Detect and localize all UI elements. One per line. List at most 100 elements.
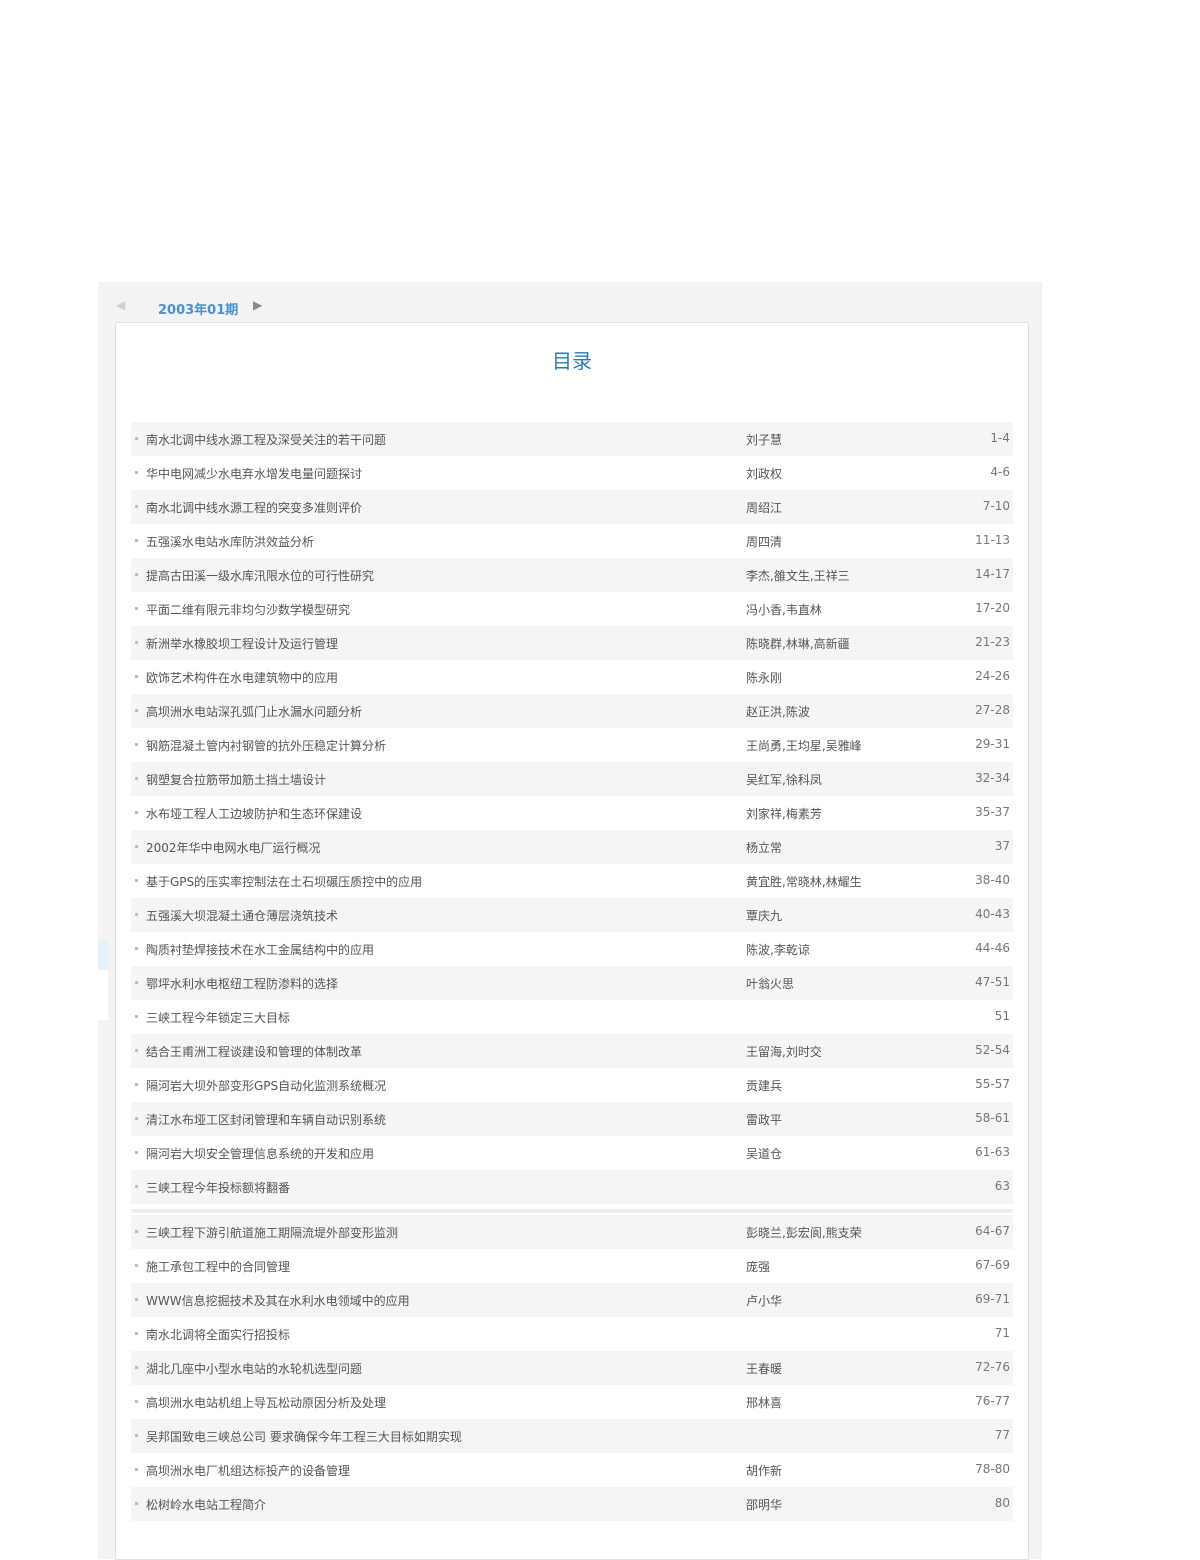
article-authors: 赵正洪,陈波 [746, 705, 810, 719]
article-title-link[interactable]: 清江水布垭工区封闭管理和车辆自动识别系统 [146, 1111, 386, 1128]
article-pages: 32-34 [975, 771, 1010, 785]
article-title-link[interactable]: 2002年华中电网水电厂运行概况 [146, 839, 321, 856]
toc-row: 陶质衬垫焊接技术在水工金属结构中的应用 陈波,李乾谅 44-46 [131, 932, 1013, 966]
toc-row: 三峡工程下游引航道施工期隔流堤外部变形监测 彭晓兰,彭宏阆,熊支荣 64-67 [131, 1215, 1013, 1249]
article-title-link[interactable]: 高坝洲水电站深孔弧门止水漏水问题分析 [146, 703, 362, 720]
article-title-link[interactable]: 湖北几座中小型水电站的水轮机选型问题 [146, 1360, 362, 1377]
toc-list: 南水北调中线水源工程及深受关注的若干问题 刘子慧 1-4 华中电网减少水电弃水增发电量… [131, 422, 1013, 1204]
article-pages: 38-40 [975, 873, 1010, 887]
bullet-icon [135, 1400, 138, 1403]
article-title-link[interactable]: 高坝洲水电厂机组达标投产的设备管理 [146, 1462, 350, 1479]
toc-row: 钢筋混凝土管内衬钢管的抗外压稳定计算分析 王尚勇,王均星,吴雅峰 29-31 [131, 728, 1013, 762]
article-authors: 陈永刚 [746, 671, 783, 685]
toc-row: 南水北调中线水源工程的突变多准则评价 周绍江 7-10 [131, 490, 1013, 524]
article-authors: 雷政平 [746, 1113, 783, 1127]
toc-row: 华中电网减少水电弃水增发电量问题探讨 刘政权 4-6 [131, 456, 1013, 490]
bullet-icon [135, 1230, 138, 1233]
article-title-link[interactable]: 隔河岩大坝外部变形GPS自动化监测系统概况 [146, 1077, 386, 1094]
toc-row: 隔河岩大坝外部变形GPS自动化监测系统概况 贡建兵 55-57 [131, 1068, 1013, 1102]
toc-row: 施工承包工程中的合同管理 庞强 67-69 [131, 1249, 1013, 1283]
article-authors: 吴红军,徐科凤 [746, 773, 822, 787]
separator [131, 1209, 1013, 1213]
article-title-link[interactable]: 鄂坪水利水电枢纽工程防渗料的选择 [146, 975, 338, 992]
article-title-link[interactable]: 提高古田溪一级水库汛限水位的可行性研究 [146, 567, 374, 584]
article-pages: 47-51 [975, 975, 1010, 989]
article-pages: 29-31 [975, 737, 1010, 751]
bullet-icon [135, 675, 138, 678]
article-authors: 陈晓群,林琳,高新疆 [746, 637, 850, 651]
article-title-link[interactable]: 五强溪水电站水库防洪效益分析 [146, 533, 314, 550]
bullet-icon [135, 1117, 138, 1120]
article-authors: 黄宜胜,常晓林,林耀生 [746, 875, 862, 889]
issue-tabbar: ◀ 2003年01期 ▶ [116, 296, 270, 325]
bullet-icon [135, 1332, 138, 1335]
toc-row: 平面二维有限元非均匀沙数学模型研究 冯小香,韦直林 17-20 [131, 592, 1013, 626]
toc-row: 结合王甫洲工程谈建设和管理的体制改革 王留海,刘时交 52-54 [131, 1034, 1013, 1068]
article-pages: 1-4 [990, 431, 1010, 445]
article-title-link[interactable]: 欧饰艺术构件在水电建筑物中的应用 [146, 669, 338, 686]
article-authors: 周绍江 [746, 501, 783, 515]
article-title-link[interactable]: WWW信息挖掘技术及其在水利水电领域中的应用 [146, 1292, 410, 1309]
article-title-link[interactable]: 五强溪大坝混凝土通仓薄层浇筑技术 [146, 907, 338, 924]
article-authors: 胡作新 [746, 1464, 783, 1478]
article-pages: 44-46 [975, 941, 1010, 955]
article-pages: 63 [994, 1179, 1010, 1193]
article-title-link[interactable]: 钢塑复合拉筋带加筋土挡土墙设计 [146, 771, 326, 788]
article-title-link[interactable]: 结合王甫洲工程谈建设和管理的体制改革 [146, 1043, 362, 1060]
bullet-icon [135, 743, 138, 746]
article-authors: 覃庆九 [746, 909, 783, 923]
article-pages: 77 [994, 1428, 1010, 1442]
article-authors: 刘家祥,梅素芳 [746, 807, 822, 821]
article-title-link[interactable]: 基于GPS的压实率控制法在土石坝碾压质控中的应用 [146, 873, 422, 890]
issue-tab[interactable]: 2003年01期 [158, 299, 238, 318]
article-title-link[interactable]: 平面二维有限元非均匀沙数学模型研究 [146, 601, 350, 618]
article-pages: 11-13 [975, 533, 1010, 547]
toc-row: 提高古田溪一级水库汛限水位的可行性研究 李杰,雒文生,王祥三 14-17 [131, 558, 1013, 592]
bullet-icon [135, 777, 138, 780]
article-title-link[interactable]: 新洲举水橡胶坝工程设计及运行管理 [146, 635, 338, 652]
bullet-icon [135, 913, 138, 916]
article-title-link[interactable]: 隔河岩大坝安全管理信息系统的开发和应用 [146, 1145, 374, 1162]
article-pages: 51 [994, 1009, 1010, 1023]
article-pages: 7-10 [982, 499, 1010, 513]
toc-row: 南水北调将全面实行招投标 71 [131, 1317, 1013, 1351]
article-title-link[interactable]: 南水北调中线水源工程的突变多准则评价 [146, 499, 362, 516]
article-title-link[interactable]: 松树岭水电站工程简介 [146, 1496, 266, 1513]
article-title-link[interactable]: 陶质衬垫焊接技术在水工金属结构中的应用 [146, 941, 374, 958]
toc-row: 钢塑复合拉筋带加筋土挡土墙设计 吴红军,徐科凤 32-34 [131, 762, 1013, 796]
article-title-link[interactable]: 三峡工程今年投标额将翻番 [146, 1179, 290, 1196]
article-authors: 陈波,李乾谅 [746, 943, 810, 957]
article-title-link[interactable]: 南水北调中线水源工程及深受关注的若干问题 [146, 431, 386, 448]
article-pages: 61-63 [975, 1145, 1010, 1159]
toc-title: 目录 [552, 349, 592, 373]
toc-row: 新洲举水橡胶坝工程设计及运行管理 陈晓群,林琳,高新疆 21-23 [131, 626, 1013, 660]
article-title-link[interactable]: 施工承包工程中的合同管理 [146, 1258, 290, 1275]
prev-issue-icon[interactable]: ◀ [116, 298, 125, 312]
article-title-link[interactable]: 三峡工程今年锁定三大目标 [146, 1009, 290, 1026]
article-pages: 27-28 [975, 703, 1010, 717]
toc-row: 高坝洲水电厂机组达标投产的设备管理 胡作新 78-80 [131, 1453, 1013, 1487]
bullet-icon [135, 1151, 138, 1154]
article-authors: 叶翁火思 [746, 977, 795, 991]
toc-row: WWW信息挖掘技术及其在水利水电领域中的应用 卢小华 69-71 [131, 1283, 1013, 1317]
article-pages: 71 [994, 1326, 1010, 1340]
article-authors: 卢小华 [746, 1294, 783, 1308]
toc-row: 高坝洲水电站机组上导瓦松动原因分析及处理 邢林喜 76-77 [131, 1385, 1013, 1419]
bullet-icon [135, 573, 138, 576]
article-title-link[interactable]: 华中电网减少水电弃水增发电量问题探讨 [146, 465, 362, 482]
article-title-link[interactable]: 水布垭工程人工边坡防护和生态环保建设 [146, 805, 362, 822]
next-issue-icon[interactable]: ▶ [253, 298, 262, 312]
article-title-link[interactable]: 高坝洲水电站机组上导瓦松动原因分析及处理 [146, 1394, 386, 1411]
bullet-icon [135, 1434, 138, 1437]
article-title-link[interactable]: 三峡工程下游引航道施工期隔流堤外部变形监测 [146, 1224, 398, 1241]
article-title-link[interactable]: 钢筋混凝土管内衬钢管的抗外压稳定计算分析 [146, 737, 386, 754]
article-pages: 35-37 [975, 805, 1010, 819]
toc-row: 五强溪大坝混凝土通仓薄层浇筑技术 覃庆九 40-43 [131, 898, 1013, 932]
article-pages: 21-23 [975, 635, 1010, 649]
article-pages: 52-54 [975, 1043, 1010, 1057]
article-title-link[interactable]: 吴邦国致电三峡总公司 要求确保今年工程三大目标如期实现 [146, 1428, 462, 1445]
article-authors: 王春暖 [746, 1362, 783, 1376]
article-authors: 贡建兵 [746, 1079, 783, 1093]
article-title-link[interactable]: 南水北调将全面实行招投标 [146, 1326, 290, 1343]
article-authors: 彭晓兰,彭宏阆,熊支荣 [746, 1226, 862, 1240]
